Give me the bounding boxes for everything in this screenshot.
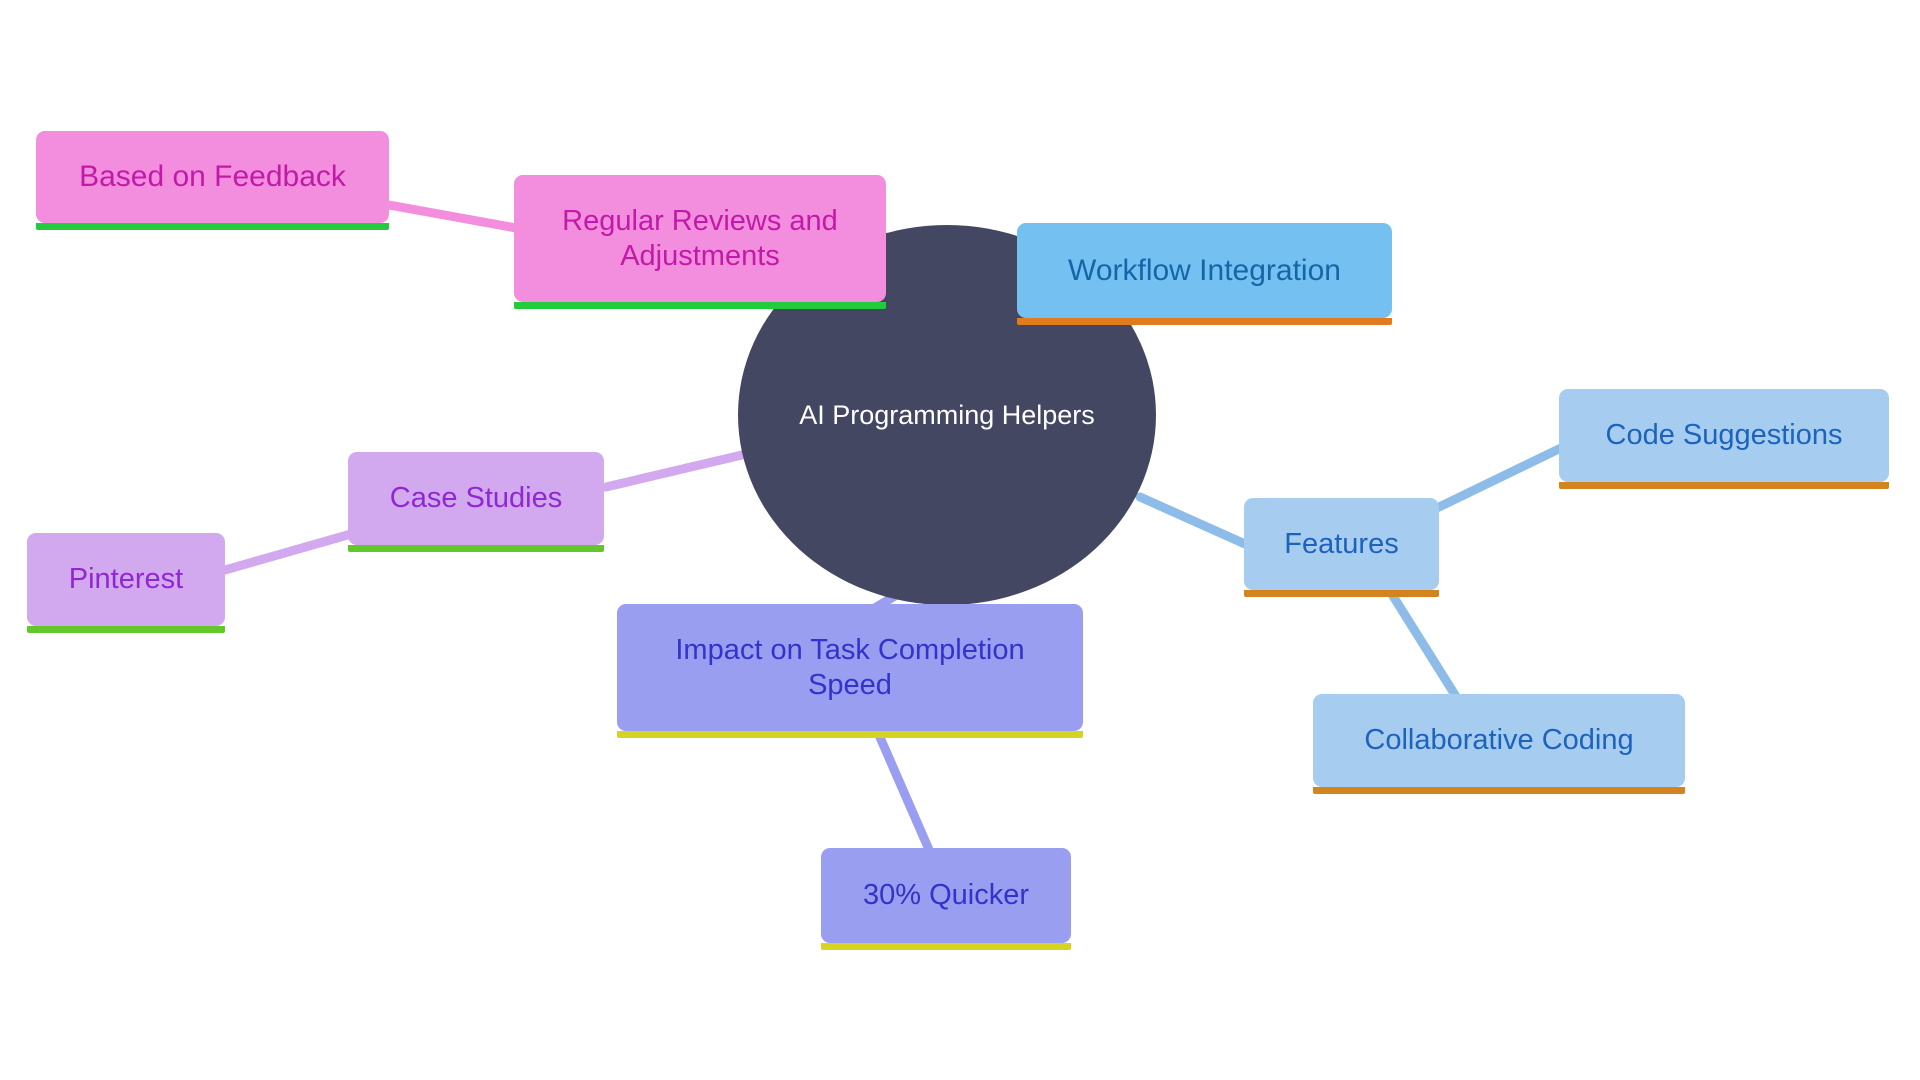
node-impact-on-task-completion-speed-accent [617, 731, 1083, 738]
node-pinterest[interactable]: Pinterest [27, 533, 225, 633]
node-based-on-feedback-label: Based on Feedback [79, 160, 346, 194]
node-workflow-integration[interactable]: Workflow Integration [1017, 223, 1392, 325]
node-pinterest-accent [27, 626, 225, 633]
node-case-studies-accent [348, 545, 604, 552]
node-features-label: Features [1284, 527, 1399, 560]
node-case-studies-label: Case Studies [389, 482, 563, 515]
node-case-studies[interactable]: Case Studies [348, 452, 604, 552]
edge-root-features [1135, 492, 1250, 549]
edge-features-code-suggestions [1432, 442, 1568, 513]
node-workflow-integration-accent [1017, 318, 1392, 325]
node-regular-reviews-and-adjustments[interactable]: Regular Reviews and Adjustments [514, 175, 886, 309]
node-code-suggestions[interactable]: Code Suggestions [1559, 389, 1889, 489]
node-regular-reviews-and-adjustments-label: Regular Reviews and Adjustments [562, 205, 838, 272]
node-impact-on-task-completion-speed[interactable]: Impact on Task Completion Speed [617, 604, 1083, 738]
node-pinterest-label: Pinterest [68, 563, 184, 596]
node-based-on-feedback[interactable]: Based on Feedback [36, 131, 389, 230]
mindmap-canvas: AI Programming Helpers Workflow Integrat… [0, 0, 1920, 1080]
node-features[interactable]: Features [1244, 498, 1439, 597]
node-30-percent-quicker-accent [821, 943, 1071, 950]
edge-root-case-studies [601, 450, 747, 492]
edge-regular-reviews-based-on-feedback [384, 200, 521, 233]
node-workflow-integration-label: Workflow Integration [1068, 253, 1341, 287]
edge-impact-30-quicker [874, 730, 935, 857]
node-30-percent-quicker-label: 30% Quicker [862, 879, 1029, 912]
node-based-on-feedback-accent [36, 223, 389, 230]
node-collaborative-coding[interactable]: Collaborative Coding [1313, 694, 1685, 794]
node-features-accent [1244, 590, 1439, 597]
node-collaborative-coding-label: Collaborative Coding [1364, 724, 1634, 757]
root-node-label: AI Programming Helpers [799, 399, 1095, 430]
node-code-suggestions-label: Code Suggestions [1605, 419, 1843, 452]
edge-case-studies-pinterest [220, 529, 356, 575]
node-impact-on-task-completion-speed-label: Impact on Task Completion Speed [675, 634, 1025, 701]
node-code-suggestions-accent [1559, 482, 1889, 489]
node-30-percent-quicker[interactable]: 30% Quicker [821, 848, 1071, 950]
node-collaborative-coding-accent [1313, 787, 1685, 794]
node-regular-reviews-and-adjustments-accent [514, 302, 886, 309]
